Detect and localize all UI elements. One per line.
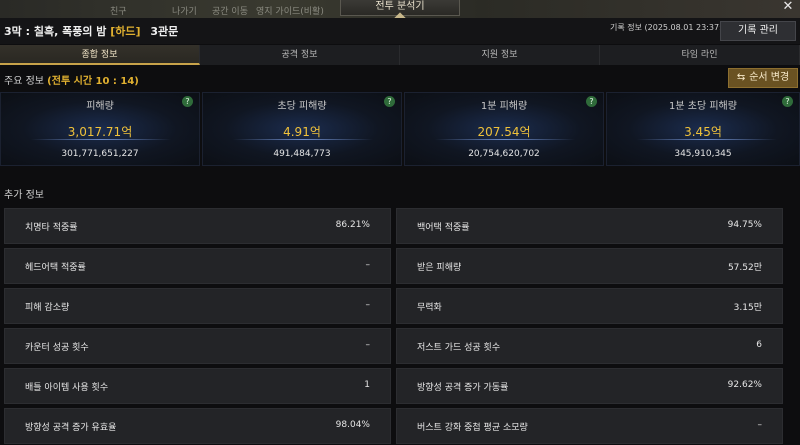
- item-value: 6: [756, 340, 762, 350]
- help-icon[interactable]: ?: [586, 96, 597, 107]
- list-item: 저스트 가드 성공 횟수 6: [396, 328, 783, 364]
- stat-main-value: 207.54억: [477, 125, 531, 139]
- help-icon[interactable]: ?: [384, 96, 395, 107]
- stat-sub-value: 301,771,651,227: [61, 149, 139, 159]
- swap-icon: ⇆: [736, 72, 746, 83]
- item-value: 57.52만: [727, 263, 762, 273]
- close-button[interactable]: ✕: [780, 0, 796, 16]
- tab-attack[interactable]: 공격 정보: [200, 45, 400, 65]
- item-label: 무력화: [417, 303, 442, 313]
- help-icon[interactable]: ?: [782, 96, 793, 107]
- section-title: 주요 정보: [4, 76, 44, 87]
- stat-sub-value: 20,754,620,702: [468, 149, 540, 159]
- item-label: 방향성 공격 증가 유효율: [25, 423, 117, 433]
- item-value: 94.75%: [727, 220, 762, 230]
- tab-timeline[interactable]: 타임 라인: [600, 45, 800, 65]
- stat-sub-value: 345,910,345: [674, 149, 732, 159]
- main-info-label: 주요 정보 (전투 시간 10 : 14): [4, 72, 139, 87]
- tab-overview[interactable]: 종합 정보: [0, 45, 200, 65]
- item-value: 1: [364, 380, 370, 390]
- stat-card-1min-dps: 1분 초당 피해량 ? 3.45억 345,910,345: [606, 92, 800, 166]
- help-icon[interactable]: ?: [182, 96, 193, 107]
- combat-time: (전투 시간 10 : 14): [47, 76, 139, 87]
- divider: [637, 139, 777, 140]
- order-change-button[interactable]: ⇆ 순서 변경: [728, 68, 798, 88]
- extra-info-title: 추가 정보: [4, 190, 44, 201]
- list-item: 방향성 공격 증가 유효율 98.04%: [4, 408, 391, 444]
- gate-label: 3관문: [150, 25, 179, 38]
- stage-title: 3막 : 칠흑, 폭풍의 밤 [하드] 3관문: [4, 23, 178, 39]
- stat-card-dps: 초당 피해량 ? 4.91억 491,484,773: [202, 92, 402, 166]
- item-label: 배틀 아이템 사용 횟수: [25, 383, 109, 393]
- record-manage-button[interactable]: 기록 관리: [720, 21, 796, 41]
- stat-label: 1분 초당 피해량: [669, 101, 737, 112]
- stats-panel: 피해량 ? 3,017.71억 301,771,651,227 초당 피해량 ?…: [0, 92, 800, 166]
- stat-label: 1분 피해량: [480, 101, 528, 112]
- stat-sub-value: 491,484,773: [273, 149, 331, 159]
- list-item: 백어택 적중률 94.75%: [396, 208, 783, 244]
- item-value: –: [365, 300, 371, 310]
- item-value: –: [757, 420, 763, 430]
- item-label: 치명타 적중률: [25, 223, 78, 233]
- item-label: 카운터 성공 횟수: [25, 343, 89, 353]
- item-value: 86.21%: [335, 220, 370, 230]
- item-label: 방향성 공격 증가 가동률: [417, 383, 509, 393]
- item-label: 피해 감소량: [25, 303, 70, 313]
- stat-label: 초당 피해량: [277, 101, 327, 112]
- divider: [31, 139, 171, 140]
- main-info-header: 주요 정보 (전투 시간 10 : 14) ⇆ 순서 변경: [0, 68, 800, 90]
- item-label: 헤드어택 적중률: [25, 263, 86, 273]
- record-info: 기록 정보 (2025.08.01 23:37:59): [610, 23, 736, 32]
- stage-name: 3막 : 칠흑, 폭풍의 밤: [4, 25, 107, 38]
- item-value: 3.15만: [733, 303, 762, 313]
- item-label: 버스트 강화 중첩 평균 소모량: [417, 423, 528, 433]
- stat-main-value: 4.91억: [283, 125, 321, 139]
- stat-main-value: 3.45억: [684, 125, 722, 139]
- tab-bar: 종합 정보 공격 정보 지원 정보 타임 라인: [0, 45, 800, 65]
- order-change-label: 순서 변경: [749, 72, 790, 83]
- list-item: 받은 피해량 57.52만: [396, 248, 783, 284]
- stat-card-damage: 피해량 ? 3,017.71억 301,771,651,227: [0, 92, 200, 166]
- header: 3막 : 칠흑, 폭풍의 밤 [하드] 3관문 기록 정보 (2025.08.0…: [0, 18, 800, 44]
- list-item: 방향성 공격 증가 가동률 92.62%: [396, 368, 783, 404]
- divider: [233, 139, 373, 140]
- item-value: –: [365, 340, 371, 350]
- item-value: 98.04%: [335, 420, 370, 430]
- list-item: 배틀 아이템 사용 횟수 1: [4, 368, 391, 404]
- divider: [435, 139, 575, 140]
- stat-main-value: 3,017.71억: [67, 125, 133, 139]
- stat-label: 피해량: [86, 101, 114, 112]
- list-item: 버스트 강화 중첩 평균 소모량 –: [396, 408, 783, 444]
- item-label: 받은 피해량: [417, 263, 462, 273]
- list-item: 카운터 성공 횟수 –: [4, 328, 391, 364]
- item-value: –: [365, 260, 371, 270]
- list-item: 피해 감소량 –: [4, 288, 391, 324]
- title-bar: 전투 분석기 ✕: [0, 0, 800, 24]
- stat-card-1min-damage: 1분 피해량 ? 207.54억 20,754,620,702: [404, 92, 604, 166]
- list-item: 치명타 적중률 86.21%: [4, 208, 391, 244]
- list-item: 무력화 3.15만: [396, 288, 783, 324]
- item-value: 92.62%: [727, 380, 762, 390]
- tab-support[interactable]: 지원 정보: [400, 45, 600, 65]
- item-label: 백어택 적중률: [417, 223, 470, 233]
- item-label: 저스트 가드 성공 횟수: [417, 343, 501, 353]
- difficulty-label: [하드]: [110, 25, 141, 38]
- list-item: 헤드어택 적중률 –: [4, 248, 391, 284]
